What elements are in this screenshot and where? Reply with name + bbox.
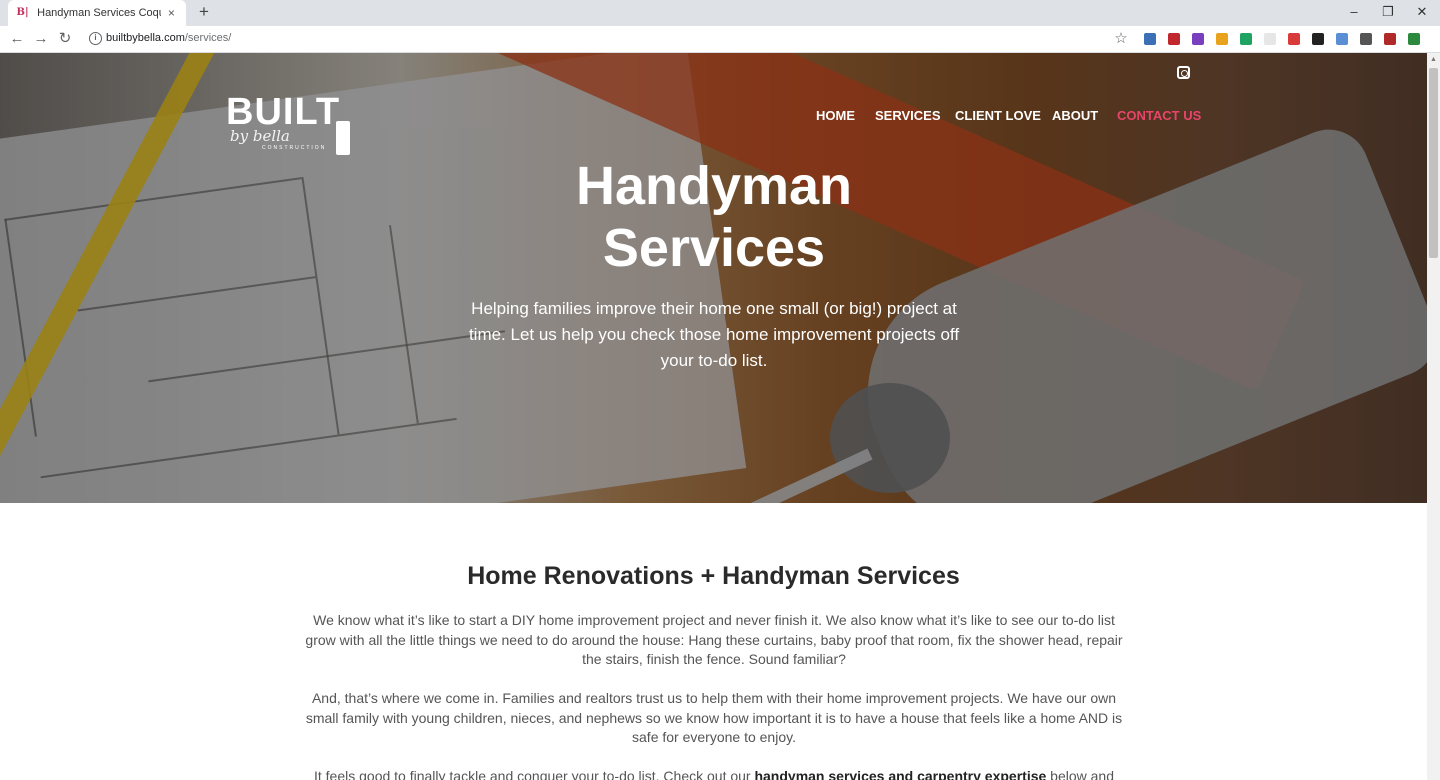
browser-toolbar: ← → ↻ i builtbybella.com/services/ ☆ [0, 26, 1440, 53]
intro-paragraph: We know what it’s like to start a DIY ho… [305, 612, 1123, 667]
site-info-icon[interactable]: i [89, 32, 102, 45]
window-minimize-button[interactable]: – [1337, 0, 1371, 24]
url-domain: builtbybella.com [106, 32, 185, 44]
page-scrollbar[interactable]: ▲ [1427, 53, 1440, 780]
tab-close-icon[interactable]: × [165, 6, 178, 20]
ext-11-icon[interactable] [1384, 33, 1396, 45]
site-favicon-icon: B| [16, 7, 29, 18]
scrollbar-thumb[interactable] [1429, 68, 1438, 258]
services-link-text: handyman services and carpentry expertis… [754, 768, 1047, 780]
back-arrow-icon[interactable]: ← [7, 29, 27, 49]
nav-services[interactable]: SERVICES [875, 108, 941, 123]
nav-home[interactable]: HOME [816, 108, 855, 123]
ext-4-icon[interactable] [1216, 33, 1228, 45]
browser-tab-bar: B| Handyman Services Coquitlam | B × + –… [0, 0, 1440, 26]
section-heading: Home Renovations + Handyman Services [467, 562, 960, 590]
nav-contact-us[interactable]: CONTACT US [1117, 108, 1201, 123]
logo-script: by bella [230, 127, 290, 145]
second-paragraph: And, that’s where we come in. Families a… [305, 690, 1123, 745]
ext-6-icon[interactable] [1264, 33, 1276, 45]
ext-5-icon[interactable] [1240, 33, 1252, 45]
reload-icon[interactable]: ↻ [55, 29, 75, 49]
hammer-icon [336, 121, 350, 155]
hero-title: Handyman Services [480, 155, 948, 279]
third-paragraph-start: It feels good to finally tackle and conq… [314, 768, 755, 780]
nav-client-love[interactable]: CLIENT LOVE [955, 108, 1041, 123]
ext-8-icon[interactable] [1312, 33, 1324, 45]
ext-9-icon[interactable] [1336, 33, 1348, 45]
address-bar[interactable]: builtbybella.com/services/ [106, 32, 231, 44]
logo-sub: CONSTRUCTION [262, 145, 327, 151]
hero-title-line1: Handyman [575, 156, 853, 216]
site-logo[interactable]: BUILT by bella CONSTRUCTION [226, 91, 356, 155]
window-close-button[interactable]: ✕ [1405, 0, 1439, 24]
forward-arrow-icon[interactable]: → [31, 29, 51, 49]
instagram-icon[interactable] [1177, 66, 1190, 79]
url-path: /services/ [184, 32, 232, 44]
web-page: BUILT by bella CONSTRUCTION HOME SERVICE… [0, 53, 1427, 780]
hero-title-line2: Services [602, 218, 826, 278]
new-tab-button[interactable]: + [194, 2, 214, 22]
ext-3-icon[interactable] [1192, 33, 1204, 45]
bookmark-star-icon[interactable]: ☆ [1112, 29, 1130, 49]
hero-subtitle: Helping families improve their home one … [468, 299, 960, 370]
hero-banner: BUILT by bella CONSTRUCTION HOME SERVICE… [0, 53, 1427, 503]
ext-12-icon[interactable] [1408, 33, 1420, 45]
ext-2-icon[interactable] [1168, 33, 1180, 45]
window-restore-button[interactable]: ❐ [1371, 0, 1405, 24]
tab-title: Handyman Services Coquitlam | B [37, 7, 161, 19]
ext-1-icon[interactable] [1144, 33, 1156, 45]
scroll-up-arrow-icon[interactable]: ▲ [1427, 53, 1440, 66]
browser-tab[interactable]: B| Handyman Services Coquitlam | B × [8, 0, 186, 26]
third-paragraph: It feels good to finally tackle and conq… [304, 767, 1124, 780]
ext-10-icon[interactable] [1360, 33, 1372, 45]
nav-about[interactable]: ABOUT [1052, 108, 1098, 123]
ext-7-icon[interactable] [1288, 33, 1300, 45]
